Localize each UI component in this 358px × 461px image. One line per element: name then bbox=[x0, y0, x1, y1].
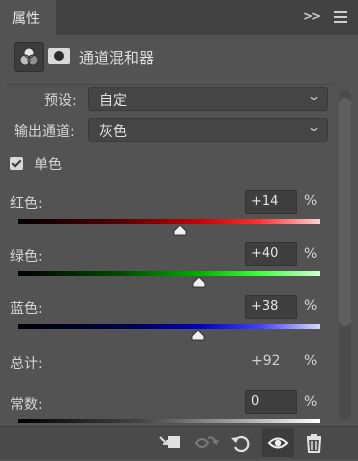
reset-icon[interactable] bbox=[229, 432, 253, 454]
constant-percent-sign: % bbox=[304, 394, 318, 410]
monochrome-label: 单色 bbox=[34, 157, 62, 173]
layer-mask-icon[interactable] bbox=[46, 43, 72, 69]
preset-value: 自定 bbox=[99, 93, 127, 109]
total-value: +92 bbox=[251, 353, 281, 369]
blue-channel-label: 蓝色: bbox=[10, 301, 43, 317]
blue-slider-track[interactable] bbox=[18, 324, 320, 329]
tab-properties-label: 属性 bbox=[12, 11, 40, 27]
view-previous-state-icon[interactable] bbox=[193, 432, 219, 454]
green-value-input[interactable]: +40 bbox=[245, 242, 297, 266]
constant-value-input[interactable]: 0 bbox=[245, 390, 297, 414]
scrollbar-thumb[interactable] bbox=[339, 98, 351, 326]
red-slider-track[interactable] bbox=[18, 219, 320, 224]
trash-icon[interactable] bbox=[303, 432, 327, 454]
constant-label: 常数: bbox=[10, 397, 43, 413]
preset-dropdown[interactable]: 自定 ⌄ bbox=[88, 87, 328, 111]
green-percent-sign: % bbox=[304, 246, 318, 262]
blue-value-input[interactable]: +38 bbox=[245, 295, 297, 319]
adjustment-title: 通道混和器 bbox=[79, 49, 155, 67]
green-channel-label: 绿色: bbox=[10, 249, 43, 265]
green-slider-track[interactable] bbox=[18, 271, 320, 276]
preset-label: 预设: bbox=[44, 93, 77, 109]
red-channel-label: 红色: bbox=[10, 196, 43, 212]
header-divider bbox=[6, 84, 334, 85]
red-percent-sign: % bbox=[304, 193, 318, 209]
panel-menu-icon[interactable] bbox=[334, 11, 347, 23]
monochrome-checkbox[interactable] bbox=[10, 157, 23, 170]
output-channel-dropdown[interactable]: 灰色 ⌄ bbox=[88, 118, 328, 142]
tab-properties[interactable]: 属性 bbox=[0, 0, 56, 35]
channel-mixer-icon bbox=[14, 42, 44, 72]
chevron-down-icon: ⌄ bbox=[306, 120, 322, 134]
total-percent-sign: % bbox=[304, 353, 318, 369]
output-channel-value: 灰色 bbox=[99, 124, 127, 140]
properties-panel: 属性 >> 通道混和器 预设: 自定 ⌄ 输出通道: 灰色 ⌄ 单色 红色: +… bbox=[0, 0, 358, 459]
visibility-eye-icon bbox=[267, 437, 289, 449]
constant-slider-track[interactable] bbox=[18, 419, 320, 423]
clip-to-layer-icon[interactable] bbox=[158, 432, 182, 454]
panel-tab-bar: 属性 >> bbox=[0, 0, 358, 35]
blue-percent-sign: % bbox=[304, 298, 318, 314]
total-label: 总计: bbox=[10, 356, 43, 372]
chevron-down-icon: ⌄ bbox=[306, 89, 322, 103]
red-value-input[interactable]: +14 bbox=[245, 190, 297, 214]
toggle-visibility-button[interactable] bbox=[262, 428, 294, 457]
output-channel-label: 输出通道: bbox=[14, 124, 75, 140]
collapse-panel-icon[interactable]: >> bbox=[303, 9, 321, 23]
